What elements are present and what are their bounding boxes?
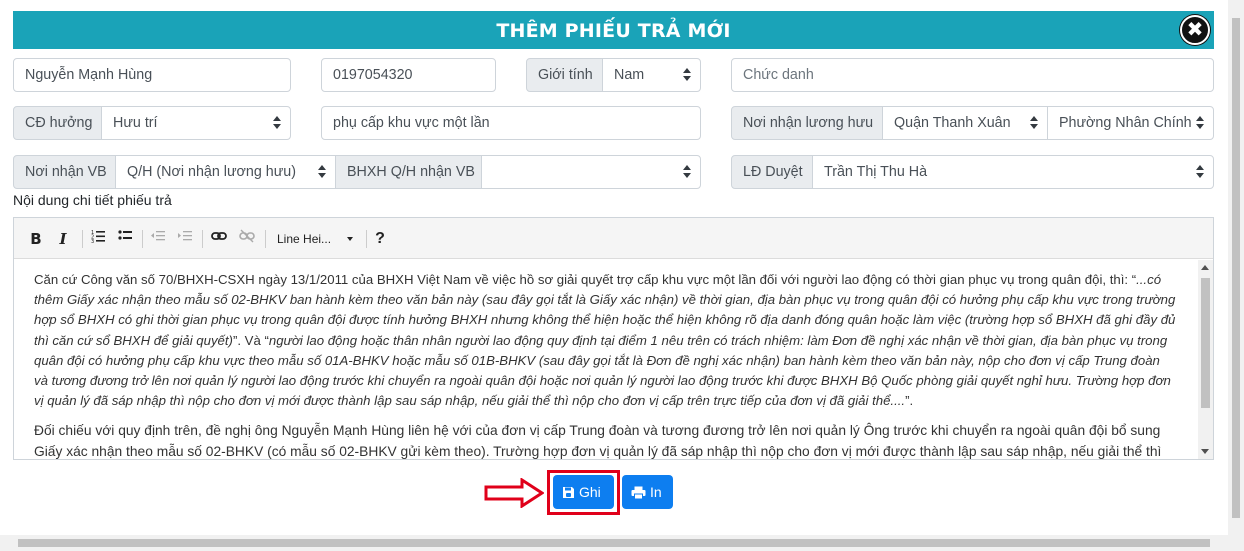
doc-place-select-value: Q/H (Nơi nhận lương hưu) (127, 164, 297, 180)
approver-label: LĐ Duyệt (731, 155, 813, 189)
line-height-dropdown[interactable]: Line Hei... (277, 228, 357, 250)
save-button[interactable]: Ghi (553, 475, 614, 509)
select-arrows-icon (1030, 116, 1038, 130)
scroll-down-icon[interactable] (1201, 449, 1209, 454)
ward-select[interactable]: Phường Nhân Chính (1047, 106, 1214, 140)
outdent-icon[interactable] (150, 228, 166, 250)
bhxh-select[interactable] (481, 155, 701, 189)
save-button-label: Ghi (579, 484, 601, 500)
select-arrows-icon (683, 68, 691, 82)
italic-button[interactable]: I (55, 228, 71, 250)
paragraph-text: ”. (905, 393, 914, 409)
select-arrows-icon (318, 165, 326, 179)
district-select[interactable]: Quận Thanh Xuân (882, 106, 1048, 140)
add-return-slip-modal: THÊM PHIẾU TRẢ MỚI ✖ Nguyễn Mạnh Hùng 01… (0, 0, 1228, 535)
scroll-up-icon[interactable] (1201, 265, 1209, 270)
editor-content[interactable]: Căn cứ Công văn số 70/BHXH-CSXH ngày 13/… (14, 260, 1197, 459)
help-button[interactable]: ? (372, 228, 388, 250)
modal-title: THÊM PHIẾU TRẢ MỚI (13, 11, 1214, 49)
floppy-disk-icon (563, 487, 574, 498)
editor-toolbar: B I 123 Line Hei... ? (14, 218, 1213, 259)
page-vertical-scrollbar[interactable] (1228, 0, 1244, 535)
bhxh-label: BHXH Q/H nhận VB (335, 155, 482, 189)
arrow-right-icon (484, 478, 544, 508)
pension-place-label: Nơi nhận lương hưu (731, 106, 883, 140)
benefit-type-value: Hưu trí (113, 115, 158, 131)
close-icon[interactable]: ✖ (1180, 15, 1210, 45)
page-horizontal-scrollbar[interactable] (0, 535, 1244, 551)
gender-label: Giới tính (526, 58, 603, 92)
line-height-label: Line Hei... (277, 232, 332, 246)
ward-select-value: Phường Nhân Chính (1059, 115, 1192, 131)
toolbar-divider (142, 230, 143, 248)
benefit-type-label: CĐ hưởng (13, 106, 102, 140)
gender-select-value: Nam (614, 67, 645, 83)
printer-icon (631, 486, 646, 500)
bold-button[interactable]: B (28, 228, 44, 250)
toolbar-divider (265, 230, 266, 248)
content-paragraph: Căn cứ Công văn số 70/BHXH-CSXH ngày 13/… (34, 270, 1177, 411)
ordered-list-icon[interactable]: 123 (90, 228, 106, 250)
approver-select-value: Trần Thị Thu Hà (824, 164, 928, 180)
dropdown-caret-icon (347, 237, 353, 241)
link-icon[interactable] (210, 228, 228, 250)
benefit-type-select[interactable]: Hưu trí (101, 106, 291, 140)
scrollbar-thumb[interactable] (18, 539, 1210, 547)
select-arrows-icon (273, 116, 281, 130)
detail-content-label: Nội dung chi tiết phiếu trả (13, 192, 172, 208)
reason-input[interactable]: phụ cấp khu vực một lần (321, 106, 701, 140)
select-arrows-icon (683, 165, 691, 179)
scrollbar-thumb[interactable] (1201, 278, 1210, 408)
select-arrows-icon (1196, 116, 1204, 130)
editor-scrollbar[interactable] (1198, 260, 1213, 459)
approver-select[interactable]: Trần Thị Thu Hà (812, 155, 1214, 189)
toolbar-divider (366, 230, 367, 248)
paragraph-text: ”. Và “ (232, 332, 269, 348)
phone-input[interactable]: 0197054320 (321, 58, 496, 92)
full-name-input[interactable]: Nguyễn Mạnh Hùng (13, 58, 291, 92)
unordered-list-icon[interactable] (117, 228, 133, 250)
indent-icon[interactable] (177, 228, 193, 250)
doc-place-label: Nơi nhận VB (13, 155, 116, 189)
toolbar-divider (82, 230, 83, 248)
select-arrows-icon (1196, 165, 1204, 179)
rich-text-editor: B I 123 Line Hei... ? Căn cứ Công văn số… (13, 217, 1214, 460)
toolbar-divider (202, 230, 203, 248)
paragraph-text: Căn cứ Công văn số 70/BHXH-CSXH ngày 13/… (34, 272, 1137, 287)
content-paragraph: Đối chiếu với quy định trên, đề nghị ông… (34, 423, 1162, 459)
print-button[interactable]: In (622, 475, 673, 509)
district-select-value: Quận Thanh Xuân (894, 115, 1011, 131)
scrollbar-thumb[interactable] (1232, 18, 1240, 518)
gender-select[interactable]: Nam (602, 58, 701, 92)
unlink-icon[interactable] (238, 228, 256, 250)
svg-text:3: 3 (91, 239, 94, 243)
print-button-label: In (650, 484, 662, 500)
doc-place-select[interactable]: Q/H (Nơi nhận lương hưu) (115, 155, 336, 189)
job-title-input[interactable]: Chức danh (731, 58, 1214, 92)
